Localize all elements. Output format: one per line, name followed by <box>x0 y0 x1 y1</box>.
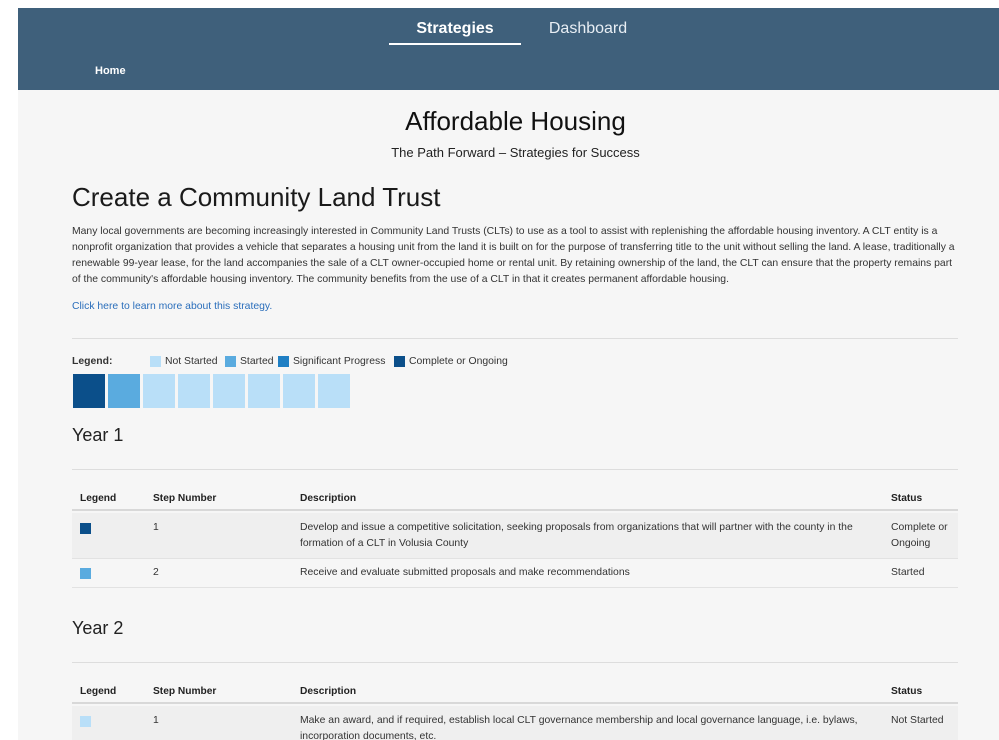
step-description: Make an award, and if required, establis… <box>300 715 858 740</box>
legend-swatch <box>394 356 405 367</box>
page-title: Affordable Housing <box>405 106 626 136</box>
year-1-heading: Year 1 <box>72 425 124 445</box>
strategy-description: Many local governments are becoming incr… <box>72 226 955 285</box>
column-header-legend: Legend <box>80 493 117 504</box>
step-status: Started <box>891 567 925 578</box>
step-number: 1 <box>153 715 159 726</box>
app-frame: Strategies Dashboard Home Affordable Hou… <box>18 8 999 740</box>
section-divider <box>72 662 958 663</box>
strategy-title: Create a Community Land Trust <box>72 182 441 212</box>
progress-cell <box>318 374 350 408</box>
column-header-legend: Legend <box>80 686 117 697</box>
legend-item-label: Not Started <box>165 356 218 367</box>
table-header: Legend Step Number Description Status <box>72 489 958 511</box>
legend-item-not-started: Not Started <box>150 356 218 367</box>
column-header-status: Status <box>891 493 923 504</box>
column-header-status: Status <box>891 686 923 697</box>
section-divider <box>72 469 958 470</box>
step-status: Not Started <box>891 715 944 726</box>
step-number: 2 <box>153 567 159 578</box>
page-subtitle: The Path Forward – Strategies for Succes… <box>391 145 640 160</box>
progress-cell <box>108 374 140 408</box>
table-row: 2 Receive and evaluate submitted proposa… <box>72 559 958 588</box>
table-row: 1 Develop and issue a competitive solici… <box>72 513 958 559</box>
step-description: Receive and evaluate submitted proposals… <box>300 567 630 578</box>
progress-cell <box>73 374 105 408</box>
learn-more-link[interactable]: Click here to learn more about this stra… <box>72 301 272 312</box>
legend-item-significant-progress: Significant Progress <box>278 356 385 367</box>
step-status: Complete or Ongoing <box>891 522 948 549</box>
legend-item-started: Started <box>225 356 274 367</box>
progress-cell <box>213 374 245 408</box>
progress-cell <box>143 374 175 408</box>
legend-item-label: Significant Progress <box>293 356 386 367</box>
status-swatch <box>80 716 91 727</box>
legend-item-complete: Complete or Ongoing <box>394 356 508 367</box>
tab-strategies[interactable]: Strategies <box>389 19 521 45</box>
section-divider <box>72 338 958 339</box>
status-swatch <box>80 568 91 579</box>
legend-item-label: Started <box>240 356 274 367</box>
progress-cell <box>283 374 315 408</box>
table-row: 1 Make an award, and if required, establ… <box>72 706 958 740</box>
legend-swatch <box>278 356 289 367</box>
legend-label: Legend: <box>72 356 113 367</box>
step-number: 1 <box>153 522 159 533</box>
legend-item-label: Complete or Ongoing <box>409 356 508 367</box>
column-header-step: Step Number <box>153 686 217 697</box>
column-header-description: Description <box>300 493 357 504</box>
top-navigation-bar: Strategies Dashboard Home <box>18 8 999 90</box>
table-header: Legend Step Number Description Status <box>72 682 958 704</box>
year-2-heading: Year 2 <box>72 618 124 638</box>
column-header-description: Description <box>300 686 357 697</box>
status-swatch <box>80 523 91 534</box>
progress-cell <box>248 374 280 408</box>
legend-swatch <box>150 356 161 367</box>
column-header-step: Step Number <box>153 493 217 504</box>
progress-cell <box>178 374 210 408</box>
legend-swatch <box>225 356 236 367</box>
breadcrumb-home[interactable]: Home <box>95 65 126 77</box>
step-description: Develop and issue a competitive solicita… <box>300 522 853 549</box>
tab-dashboard[interactable]: Dashboard <box>538 19 638 45</box>
